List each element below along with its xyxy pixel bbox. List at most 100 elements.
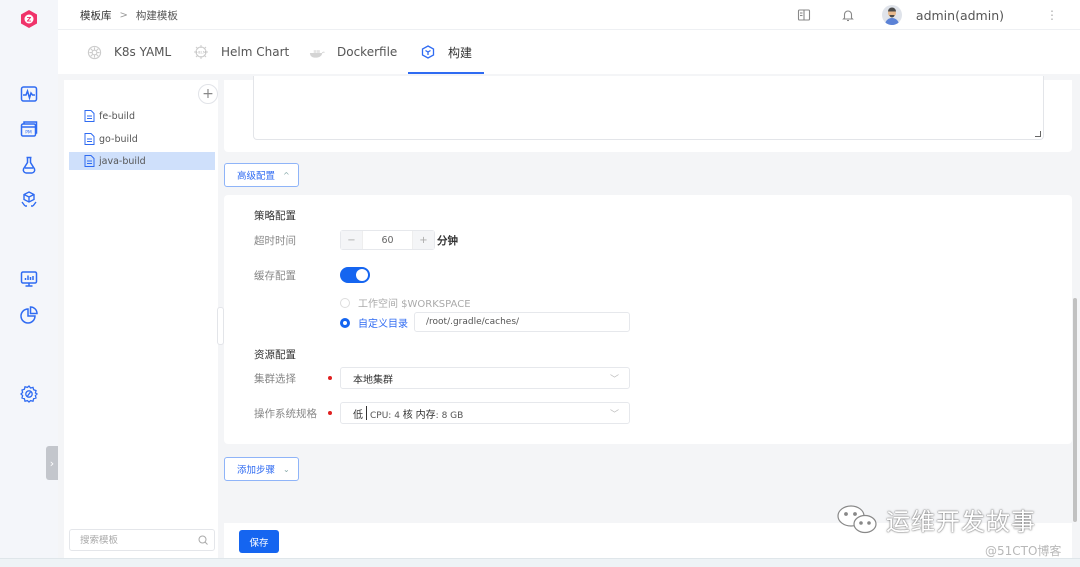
main-scrollbar[interactable] (1072, 80, 1080, 558)
watermark: 运维开发故事 (836, 502, 1036, 537)
timeout-input[interactable]: 60 (362, 231, 413, 249)
add-step-label: 添加步骤 (237, 465, 276, 476)
build-script-textarea[interactable] (253, 76, 1044, 140)
spec-level: 低 (353, 409, 363, 421)
breadcrumb-build-template: 构建模板 (135, 10, 178, 22)
watermark-source: @51CTO博客 (985, 544, 1062, 558)
radio-button[interactable] (340, 297, 350, 308)
zadig-logo-icon[interactable]: Z (19, 9, 39, 29)
tab-label: 构建 (448, 45, 473, 60)
cache-option-custom-dir[interactable]: 自定义目录 (340, 315, 408, 330)
add-template-button[interactable]: + (198, 84, 218, 104)
search-icon[interactable] (198, 535, 208, 545)
spec-mem-label: 内存 (415, 409, 436, 421)
breadcrumb: 模板库 > 构建模板 (80, 8, 178, 23)
panel-resize-handle[interactable] (217, 307, 224, 345)
cluster-label: 集群选择 (254, 373, 296, 385)
svg-text:PM: PM (25, 130, 32, 136)
required-indicator (328, 411, 332, 415)
svg-text:HELM: HELM (196, 51, 206, 55)
radio-button[interactable] (340, 317, 350, 328)
more-menu-icon[interactable]: ⋮ (1046, 8, 1058, 22)
notification-bell-icon[interactable] (840, 7, 856, 23)
tab-label: Helm Chart (221, 45, 290, 59)
cluster-select[interactable]: 本地集群 ﹀ (340, 367, 630, 389)
pm-window-icon[interactable]: PM (19, 119, 39, 139)
left-nav-rail: Z PM › (0, 0, 58, 567)
cluster-value: 本地集群 (353, 374, 393, 386)
username[interactable]: admin(admin) (916, 8, 1004, 23)
sidebar-expand-toggle[interactable]: › (46, 446, 58, 480)
dashboard-chart-icon[interactable] (19, 269, 39, 289)
breadcrumb-separator: > (119, 10, 128, 21)
timeout-unit: 分钟 (437, 235, 458, 247)
decrement-button[interactable]: − (341, 231, 362, 249)
advanced-config-label: 高级配置 (237, 171, 276, 182)
chevron-up-icon: ^ (283, 170, 290, 180)
template-name: go-build (99, 133, 138, 145)
wechat-icon (837, 504, 877, 533)
radio-label: 自定义目录 (358, 319, 408, 330)
svg-text:Z: Z (27, 16, 32, 24)
os-spec-select[interactable]: 低 CPU: 4 核 内存: 8 GB ﹀ (340, 402, 630, 424)
pie-chart-icon[interactable] (19, 305, 39, 325)
template-search-input[interactable] (80, 534, 190, 546)
chevron-down-icon: ﹀ (609, 409, 619, 420)
spec-cpu: CPU: 4 (370, 410, 400, 421)
tab-build[interactable]: 构建 (407, 30, 485, 74)
cache-option-workspace[interactable]: 工作空间 $WORKSPACE (340, 295, 471, 310)
spec-mem-value: : 8 GB (435, 410, 464, 421)
build-cube-icon (420, 44, 436, 60)
docker-icon (309, 44, 325, 60)
top-header: 模板库 > 构建模板 admin(admin) ⋮ (58, 0, 1080, 30)
template-name: java-build (99, 155, 146, 167)
add-step-button[interactable]: 添加步骤 ⌄ (224, 457, 299, 481)
resource-config-title: 资源配置 (254, 349, 296, 361)
os-spec-value: 低 CPU: 4 核 内存: 8 GB (353, 406, 463, 421)
os-spec-label: 操作系统规格 (254, 408, 317, 420)
template-type-tabs: K8s YAML HELM Helm Chart Dockerfile 构建 (58, 30, 1080, 74)
file-icon (84, 133, 95, 145)
custom-dir-input[interactable] (414, 312, 630, 332)
kubernetes-icon (86, 44, 102, 60)
increment-button[interactable]: + (413, 231, 434, 249)
advanced-config-card: 策略配置 超时时间 − 60 + 分钟 缓存配置 工作空间 $WORKSPACE… (224, 195, 1072, 444)
cache-config-label: 缓存配置 (254, 270, 296, 282)
docs-book-icon[interactable] (796, 7, 812, 23)
timeout-stepper: − 60 + (340, 230, 435, 250)
package-hands-icon[interactable] (19, 190, 39, 210)
chevron-down-icon: ⌄ (283, 464, 290, 474)
scrollbar-thumb[interactable] (1073, 298, 1077, 522)
tab-label: Dockerfile (337, 45, 398, 59)
timeout-label: 超时时间 (254, 235, 296, 247)
template-search (69, 529, 215, 551)
template-item-go-build[interactable]: go-build (69, 130, 215, 148)
header-actions: admin(admin) ⋮ (796, 0, 1080, 30)
divider (366, 406, 367, 420)
resize-grip-icon[interactable] (1035, 131, 1041, 137)
radio-label: 工作空间 $WORKSPACE (358, 299, 471, 310)
template-name: fe-build (99, 110, 135, 122)
breadcrumb-template-library[interactable]: 模板库 (80, 8, 112, 23)
required-indicator (328, 376, 332, 380)
spec-cpu-unit: 核 (402, 409, 413, 421)
tab-helm-chart[interactable]: HELM Helm Chart (193, 30, 289, 74)
advanced-config-toggle[interactable]: 高级配置 ^ (224, 163, 299, 187)
pulse-monitor-icon[interactable] (19, 84, 39, 104)
save-button[interactable]: 保存 (239, 530, 279, 553)
template-item-java-build[interactable]: java-build (69, 152, 215, 170)
bottom-edge (0, 558, 1080, 567)
flask-icon[interactable] (19, 155, 39, 175)
template-item-fe-build[interactable]: fe-build (69, 107, 215, 125)
user-avatar[interactable] (881, 5, 902, 25)
tab-dockerfile[interactable]: Dockerfile (309, 30, 397, 74)
template-list-panel: + fe-build go-build java-build (64, 80, 218, 558)
chevron-down-icon: ﹀ (609, 374, 619, 385)
cache-toggle-switch[interactable] (340, 267, 370, 283)
settings-icon[interactable] (19, 384, 39, 404)
tab-k8s-yaml[interactable]: K8s YAML (86, 30, 171, 74)
watermark-text: 运维开发故事 (886, 508, 1036, 536)
script-card (224, 76, 1072, 152)
chevron-right-icon: › (49, 456, 55, 470)
tab-label: K8s YAML (114, 45, 172, 59)
